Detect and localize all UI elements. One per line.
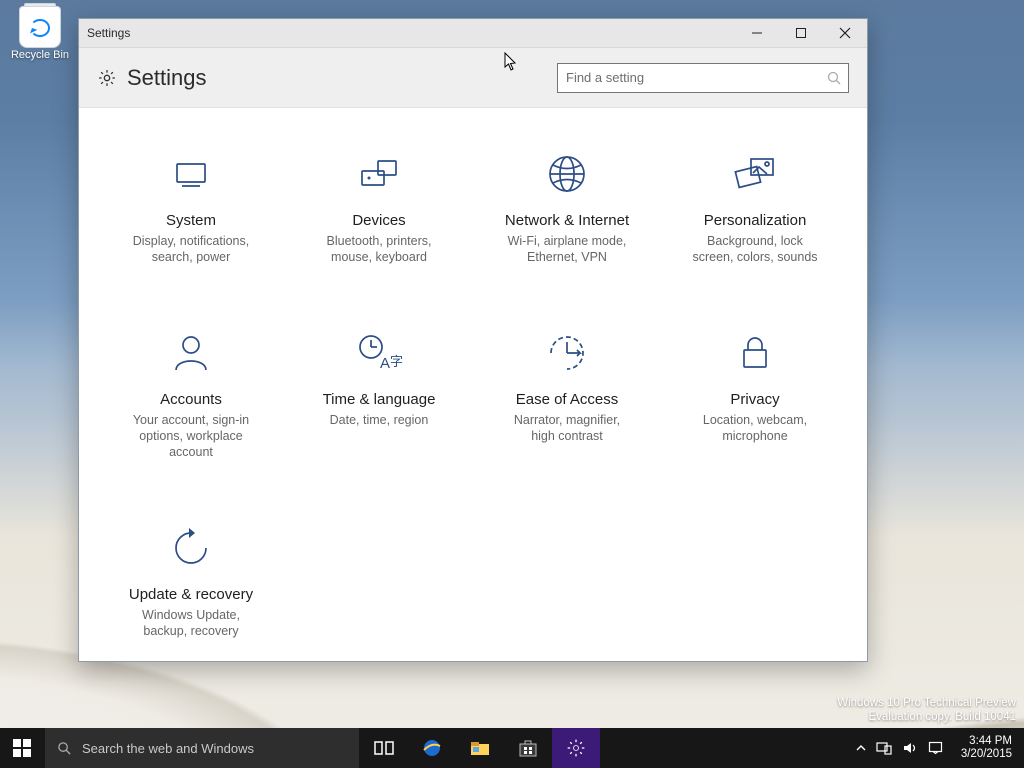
tile-desc: Bluetooth, printers, mouse, keyboard	[295, 233, 463, 265]
tile-desc: Display, notifications, search, power	[107, 233, 275, 265]
settings-taskbar-button[interactable]	[552, 728, 600, 768]
maximize-button[interactable]	[779, 19, 823, 47]
settings-window: Settings Settings	[78, 18, 868, 662]
svg-text:字: 字	[390, 354, 403, 369]
system-tray: 3:44 PM 3/20/2015	[848, 728, 1024, 768]
clock-time: 3:44 PM	[961, 735, 1012, 748]
tray-volume-icon[interactable]	[902, 741, 918, 755]
search-field[interactable]	[557, 63, 849, 93]
tile-personalization[interactable]: Personalization Background, lock screen,…	[661, 148, 849, 265]
tile-time-language[interactable]: A字 Time & language Date, time, region	[285, 327, 473, 460]
settings-content: System Display, notifications, search, p…	[79, 108, 867, 661]
desktop: Recycle Bin Settings Setting	[0, 0, 1024, 768]
tile-privacy[interactable]: Privacy Location, webcam, microphone	[661, 327, 849, 460]
time-language-icon: A字	[295, 327, 463, 379]
tile-title: Devices	[295, 212, 463, 229]
internet-explorer-button[interactable]	[408, 728, 456, 768]
lock-icon	[671, 327, 839, 379]
tile-desc: Wi-Fi, airplane mode, Ethernet, VPN	[483, 233, 651, 265]
search-icon	[826, 70, 842, 86]
svg-text:A: A	[380, 355, 390, 372]
tile-title: Personalization	[671, 212, 839, 229]
recycle-bin[interactable]: Recycle Bin	[8, 6, 72, 61]
tile-title: Ease of Access	[483, 391, 651, 408]
tile-desc: Background, lock screen, colors, sounds	[671, 233, 839, 265]
window-controls	[735, 19, 867, 47]
update-icon	[107, 522, 275, 574]
taskbar: Search the web and Windows	[0, 728, 1024, 768]
tile-title: Update & recovery	[107, 586, 275, 603]
globe-icon	[483, 148, 651, 200]
tile-accounts[interactable]: Accounts Your account, sign-in options, …	[97, 327, 285, 460]
system-icon	[107, 148, 275, 200]
gear-icon	[566, 738, 586, 758]
tray-notifications-icon[interactable]	[928, 741, 943, 755]
internet-explorer-icon	[420, 736, 444, 760]
tile-desc: Windows Update, backup, recovery	[107, 607, 275, 639]
tile-desc: Location, webcam, microphone	[671, 412, 839, 444]
tile-update-recovery[interactable]: Update & recovery Windows Update, backup…	[97, 522, 285, 639]
gear-icon	[97, 68, 117, 88]
taskbar-search[interactable]: Search the web and Windows	[44, 728, 360, 768]
window-title: Settings	[87, 26, 130, 40]
tile-system[interactable]: System Display, notifications, search, p…	[97, 148, 285, 265]
start-button[interactable]	[0, 728, 44, 768]
search-icon	[57, 741, 72, 756]
tray-chevron-icon[interactable]	[856, 743, 866, 753]
minimize-button[interactable]	[735, 19, 779, 47]
tile-devices[interactable]: Devices Bluetooth, printers, mouse, keyb…	[285, 148, 473, 265]
task-view-button[interactable]	[360, 728, 408, 768]
tile-title: Accounts	[107, 391, 275, 408]
page-title: Settings	[127, 65, 207, 91]
personalization-icon	[671, 148, 839, 200]
titlebar[interactable]: Settings	[79, 19, 867, 48]
task-view-icon	[372, 736, 396, 760]
accounts-icon	[107, 327, 275, 379]
store-button[interactable]	[504, 728, 552, 768]
tile-ease-of-access[interactable]: Ease of Access Narrator, magnifier, high…	[473, 327, 661, 460]
tile-desc: Your account, sign-in options, workplace…	[107, 412, 275, 460]
tile-desc: Narrator, magnifier, high contrast	[483, 412, 651, 444]
tile-title: Time & language	[295, 391, 463, 408]
settings-header: Settings	[79, 48, 867, 108]
close-button[interactable]	[823, 19, 867, 47]
devices-icon	[295, 148, 463, 200]
clock-date: 3/20/2015	[961, 748, 1012, 761]
tray-network-icon[interactable]	[876, 741, 892, 755]
watermark: Windows 10 Pro Technical Preview Evaluat…	[837, 696, 1016, 724]
ease-of-access-icon	[483, 327, 651, 379]
tile-title: Network & Internet	[483, 212, 651, 229]
taskbar-search-placeholder: Search the web and Windows	[82, 741, 254, 756]
tile-network[interactable]: Network & Internet Wi-Fi, airplane mode,…	[473, 148, 661, 265]
search-input[interactable]	[557, 63, 849, 93]
file-explorer-button[interactable]	[456, 728, 504, 768]
recycle-bin-label: Recycle Bin	[8, 49, 72, 61]
tile-desc: Date, time, region	[295, 412, 463, 428]
recycle-bin-icon	[19, 6, 61, 48]
tile-title: System	[107, 212, 275, 229]
taskbar-clock[interactable]: 3:44 PM 3/20/2015	[953, 735, 1020, 761]
taskbar-apps	[360, 728, 600, 768]
store-icon	[516, 736, 540, 760]
file-explorer-icon	[468, 736, 492, 760]
tile-title: Privacy	[671, 391, 839, 408]
